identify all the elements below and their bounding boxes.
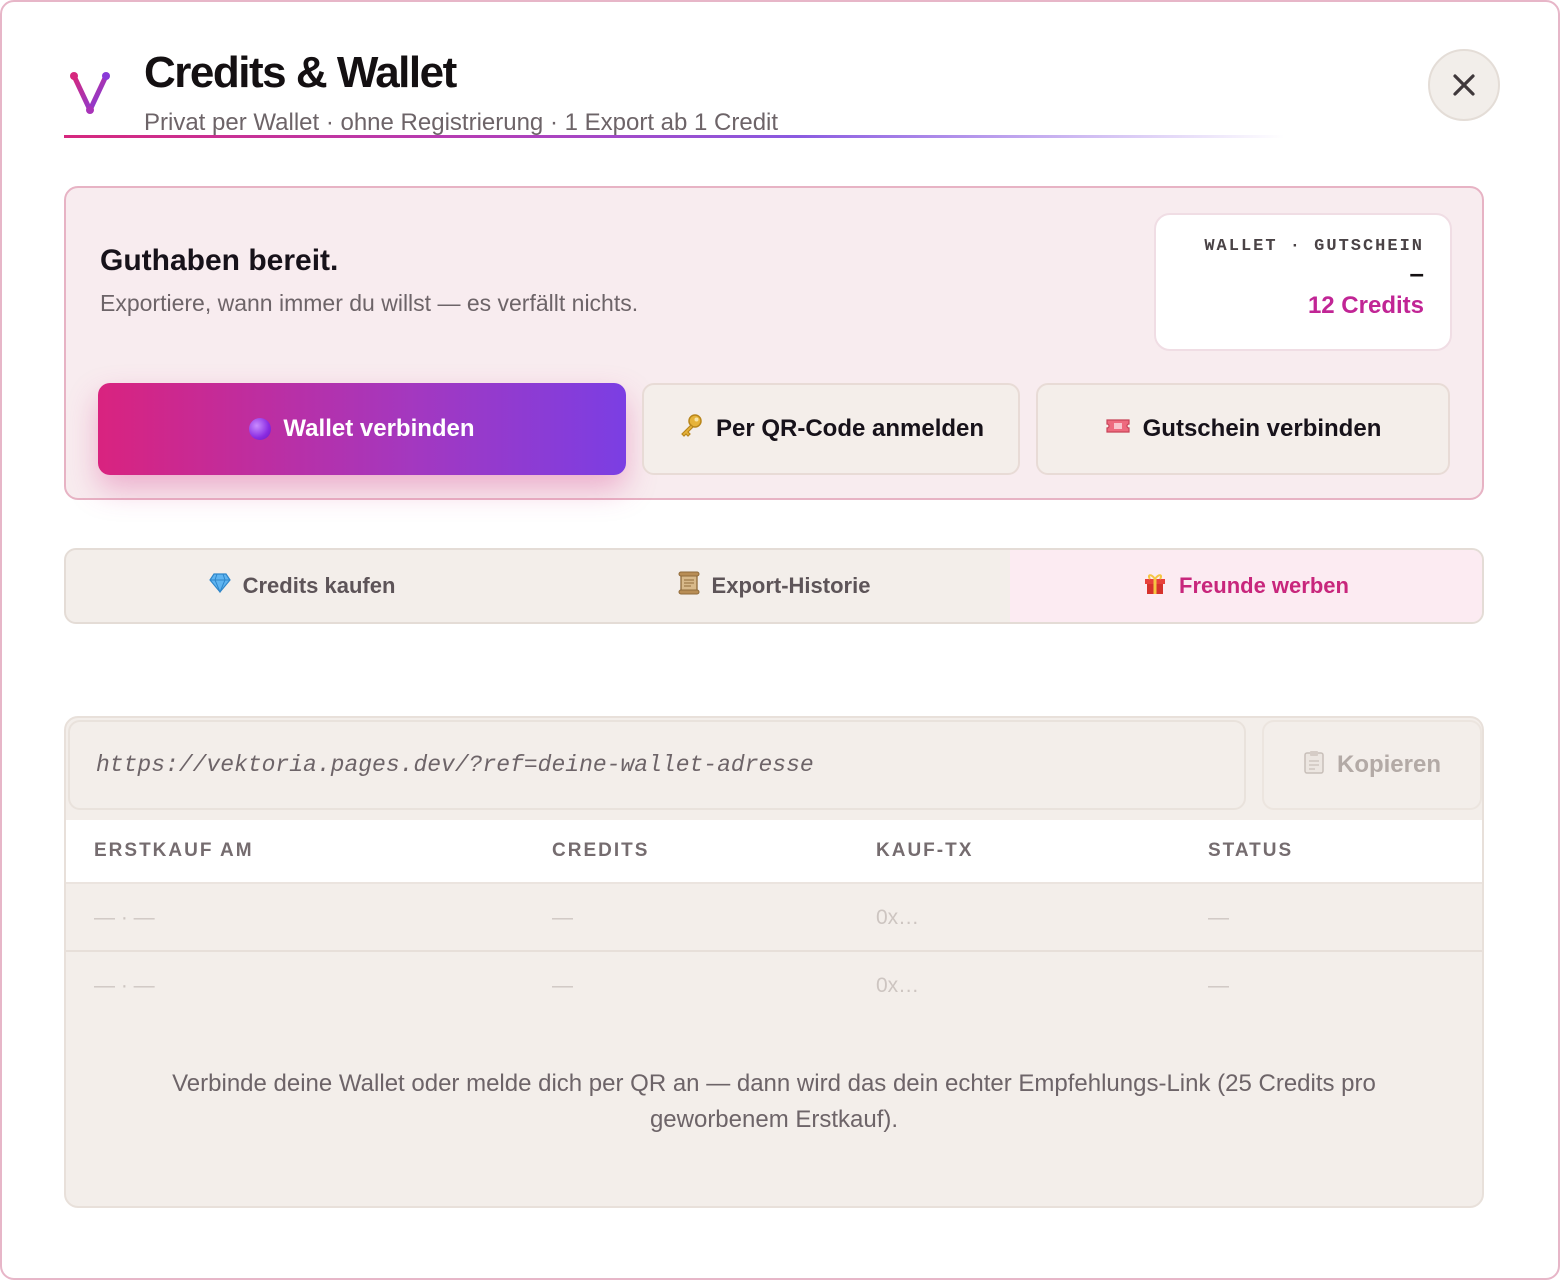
column-header: CREDITS <box>552 840 650 861</box>
qr-login-button[interactable]: Per QR-Code anmelden <box>642 383 1020 475</box>
referral-link-field[interactable]: https://vektoria.pages.dev/?ref=deine-wa… <box>68 720 1246 810</box>
key-icon <box>678 413 704 446</box>
balance-box: WALLET · GUTSCHEIN – 12 Credits <box>1154 213 1452 351</box>
status-title: Guthaben bereit. <box>100 244 339 277</box>
column-header: ERSTKAUF AM <box>94 840 254 861</box>
connect-voucher-button[interactable]: Gutschein verbinden <box>1036 383 1450 475</box>
table-cell: 0x… <box>876 906 920 929</box>
connect-wallet-button[interactable]: Wallet verbinden <box>98 383 626 475</box>
status-subtitle: Exportiere, wann immer du willst — es ve… <box>100 290 639 316</box>
table-cell: — <box>1208 974 1229 997</box>
copy-button[interactable]: Kopieren <box>1262 720 1482 810</box>
gem-icon <box>208 573 231 599</box>
gift-icon <box>1143 571 1167 601</box>
header-accent-line <box>64 135 1284 138</box>
close-button[interactable] <box>1428 49 1500 121</box>
page-title: Credits & Wallet <box>144 48 457 97</box>
connect-wallet-label: Wallet verbinden <box>283 415 475 442</box>
copy-label: Kopieren <box>1336 751 1441 778</box>
qr-login-label: Per QR-Code anmelden <box>715 415 985 442</box>
table-cell: — · — <box>94 906 155 929</box>
scroll-icon <box>678 571 700 601</box>
tab-export-historie[interactable]: Export-Historie <box>538 550 1010 622</box>
purple-circle-icon <box>249 418 272 440</box>
referral-table: ERSTKAUF AM CREDITS KAUF-TX STATUS — · —… <box>66 820 1482 1020</box>
column-header: STATUS <box>1208 840 1294 861</box>
tab-label: Credits kaufen <box>242 573 396 598</box>
table-cell: — <box>552 906 573 929</box>
balance-label: WALLET · GUTSCHEIN <box>1204 237 1424 256</box>
app-logo <box>66 66 116 122</box>
clipboard-icon <box>1303 750 1325 781</box>
referral-panel: https://vektoria.pages.dev/?ref=deine-wa… <box>64 716 1484 1208</box>
tab-label: Export-Historie <box>711 573 871 598</box>
table-header: ERSTKAUF AM CREDITS KAUF-TX STATUS <box>66 820 1482 884</box>
referral-note: Verbinde deine Wallet oder melde dich pe… <box>172 1070 1376 1133</box>
table-cell: — · — <box>94 974 155 997</box>
ticket-icon <box>1105 415 1131 443</box>
table-row: — · — — 0x… — <box>66 884 1482 952</box>
tab-freunde-werben[interactable]: Freunde werben <box>1010 550 1482 622</box>
close-icon <box>1453 74 1475 96</box>
modal-dialog: Credits & Wallet Privat per Wallet · ohn… <box>0 0 1560 1280</box>
table-cell: 0x… <box>876 974 920 997</box>
balance-dash: – <box>1409 258 1424 288</box>
table-cell: — <box>552 974 573 997</box>
tab-bar: Credits kaufen Export-Historie Freunde w… <box>64 548 1484 624</box>
tab-credits-kaufen[interactable]: Credits kaufen <box>66 550 538 622</box>
column-header: KAUF-TX <box>876 840 974 861</box>
logo-v-icon <box>70 72 110 114</box>
balance-status-card: Guthaben bereit. Exportiere, wann immer … <box>64 186 1484 500</box>
tab-label: Freunde werben <box>1179 573 1349 598</box>
table-cell: — <box>1208 906 1229 929</box>
balance-value: 12 Credits <box>1307 292 1424 319</box>
page-subtitle: Privat per Wallet · ohne Registrierung ·… <box>144 109 779 136</box>
table-row: — · — — 0x… — <box>66 952 1482 1020</box>
connect-voucher-label: Gutschein verbinden <box>1142 415 1382 442</box>
